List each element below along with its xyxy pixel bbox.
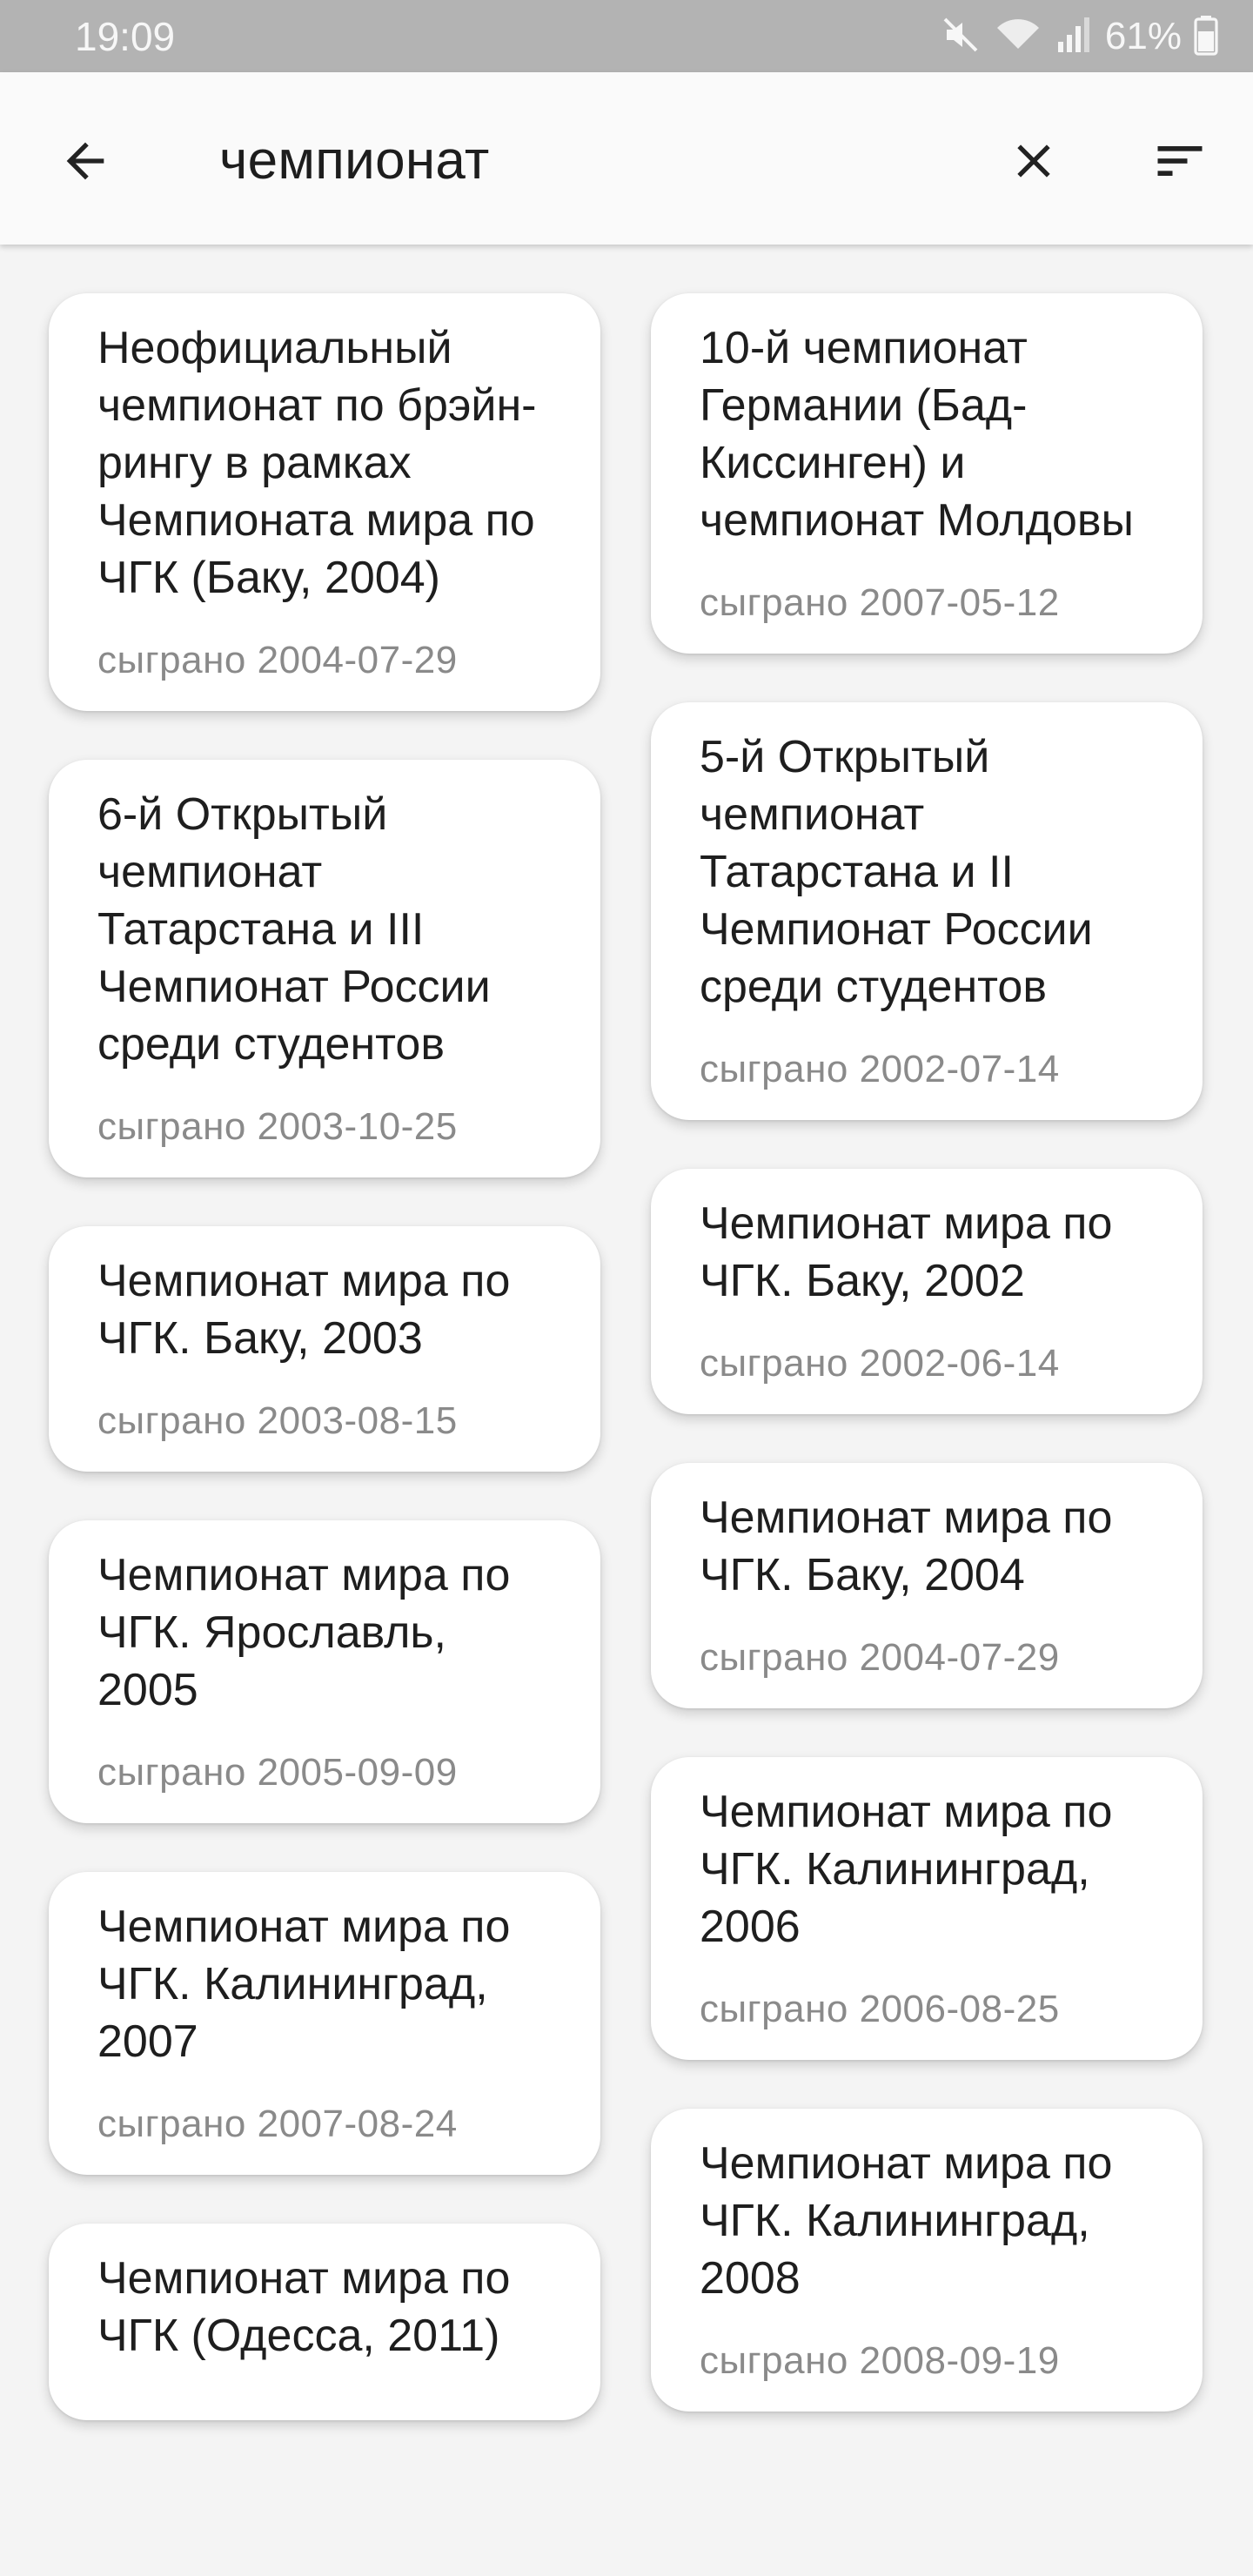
battery-icon [1194, 14, 1218, 60]
tournament-card[interactable]: Неофициальный чемпионат по брэйн-рингу в… [49, 293, 600, 711]
tournament-title: Чемпионат мира по ЧГК. Баку, 2003 [97, 1256, 511, 1364]
tournament-date: сыграно 2004-07-29 [97, 639, 458, 681]
tournament-card[interactable]: 10-й чемпионат Германии (Бад-Киссинген) … [651, 293, 1203, 654]
search-query-text[interactable]: чемпионат [219, 126, 490, 196]
arrow-left-icon [66, 142, 104, 180]
close-icon [1017, 144, 1050, 178]
tournament-card[interactable]: Чемпионат мира по ЧГК. Ярославль, 2005 с… [49, 1520, 600, 1823]
tournament-title: Чемпионат мира по ЧГК. Ярославль, 2005 [97, 1550, 511, 1715]
tournament-title: 5-й Открытый чемпионат Татарстана и II Ч… [700, 732, 1093, 1012]
tournament-card[interactable]: Чемпионат мира по ЧГК (Одесса, 2011) [49, 2224, 600, 2420]
status-time: 19:09 [75, 14, 176, 59]
tournament-card[interactable]: Чемпионат мира по ЧГК. Баку, 2002 сыгран… [651, 1169, 1203, 1414]
results-column-left: Неофициальный чемпионат по брэйн-рингу в… [49, 293, 600, 2469]
tournament-title: Чемпионат мира по ЧГК. Калининград, 2007 [97, 1902, 511, 2067]
tournament-date: сыграно 2003-10-25 [97, 1105, 458, 1148]
tournament-title: Чемпионат мира по ЧГК. Калининград, 2006 [700, 1787, 1113, 1952]
signal-icon [1055, 14, 1093, 60]
tournament-date: сыграно 2004-07-29 [700, 1636, 1060, 1679]
tournament-date: сыграно 2005-09-09 [97, 1751, 458, 1794]
battery-percent: 61% [1104, 15, 1182, 57]
tournament-date: сыграно 2006-08-25 [700, 1988, 1060, 2030]
tournament-date: сыграно 2002-07-14 [700, 1048, 1060, 1090]
status-bar: 19:09 61% [0, 0, 1253, 72]
status-icons: 61% [940, 10, 1218, 63]
sort-icon [1157, 146, 1203, 176]
tournament-card[interactable]: Чемпионат мира по ЧГК. Калининград, 2008… [651, 2109, 1203, 2412]
tournament-date: сыграно 2003-08-15 [97, 1399, 458, 1442]
tournament-date: сыграно 2007-08-24 [97, 2103, 458, 2145]
tournament-date: сыграно 2008-09-19 [700, 2339, 1060, 2382]
tournament-card[interactable]: Чемпионат мира по ЧГК. Баку, 2003 сыгран… [49, 1226, 600, 1472]
wifi-icon [994, 14, 1042, 60]
tournament-title: Чемпионат мира по ЧГК. Баку, 2004 [700, 1493, 1113, 1600]
clear-search-button[interactable] [990, 117, 1077, 205]
search-toolbar: чемпионат [0, 72, 1253, 245]
tournament-title: Чемпионат мира по ЧГК (Одесса, 2011) [97, 2253, 511, 2361]
tournament-card[interactable]: Чемпионат мира по ЧГК. Баку, 2004 сыгран… [651, 1463, 1203, 1708]
tournament-card[interactable]: 5-й Открытый чемпионат Татарстана и II Ч… [651, 702, 1203, 1120]
tournament-title: Неофициальный чемпионат по брэйн-рингу в… [97, 323, 537, 603]
tournament-card[interactable]: Чемпионат мира по ЧГК. Калининград, 2007… [49, 1872, 600, 2175]
tournament-title: Чемпионат мира по ЧГК. Баку, 2002 [700, 1198, 1113, 1306]
tournament-date: сыграно 2002-06-14 [700, 1342, 1060, 1385]
tournament-title: Чемпионат мира по ЧГК. Калининград, 2008 [700, 2138, 1113, 2304]
tournament-card[interactable]: Чемпионат мира по ЧГК. Калининград, 2006… [651, 1757, 1203, 2060]
tournament-card[interactable]: 6-й Открытый чемпионат Татарстана и III … [49, 760, 600, 1177]
tournament-date: сыграно 2007-05-12 [700, 581, 1060, 624]
results-column-right: 10-й чемпионат Германии (Бад-Киссинген) … [651, 293, 1203, 2460]
tournament-title: 10-й чемпионат Германии (Бад-Киссинген) … [700, 323, 1134, 546]
sort-button[interactable] [1136, 117, 1223, 205]
tournament-title: 6-й Открытый чемпионат Татарстана и III … [97, 789, 491, 1070]
mute-icon [940, 14, 982, 60]
back-button[interactable] [42, 117, 129, 205]
results-grid: Неофициальный чемпионат по брэйн-рингу в… [0, 245, 1253, 2576]
